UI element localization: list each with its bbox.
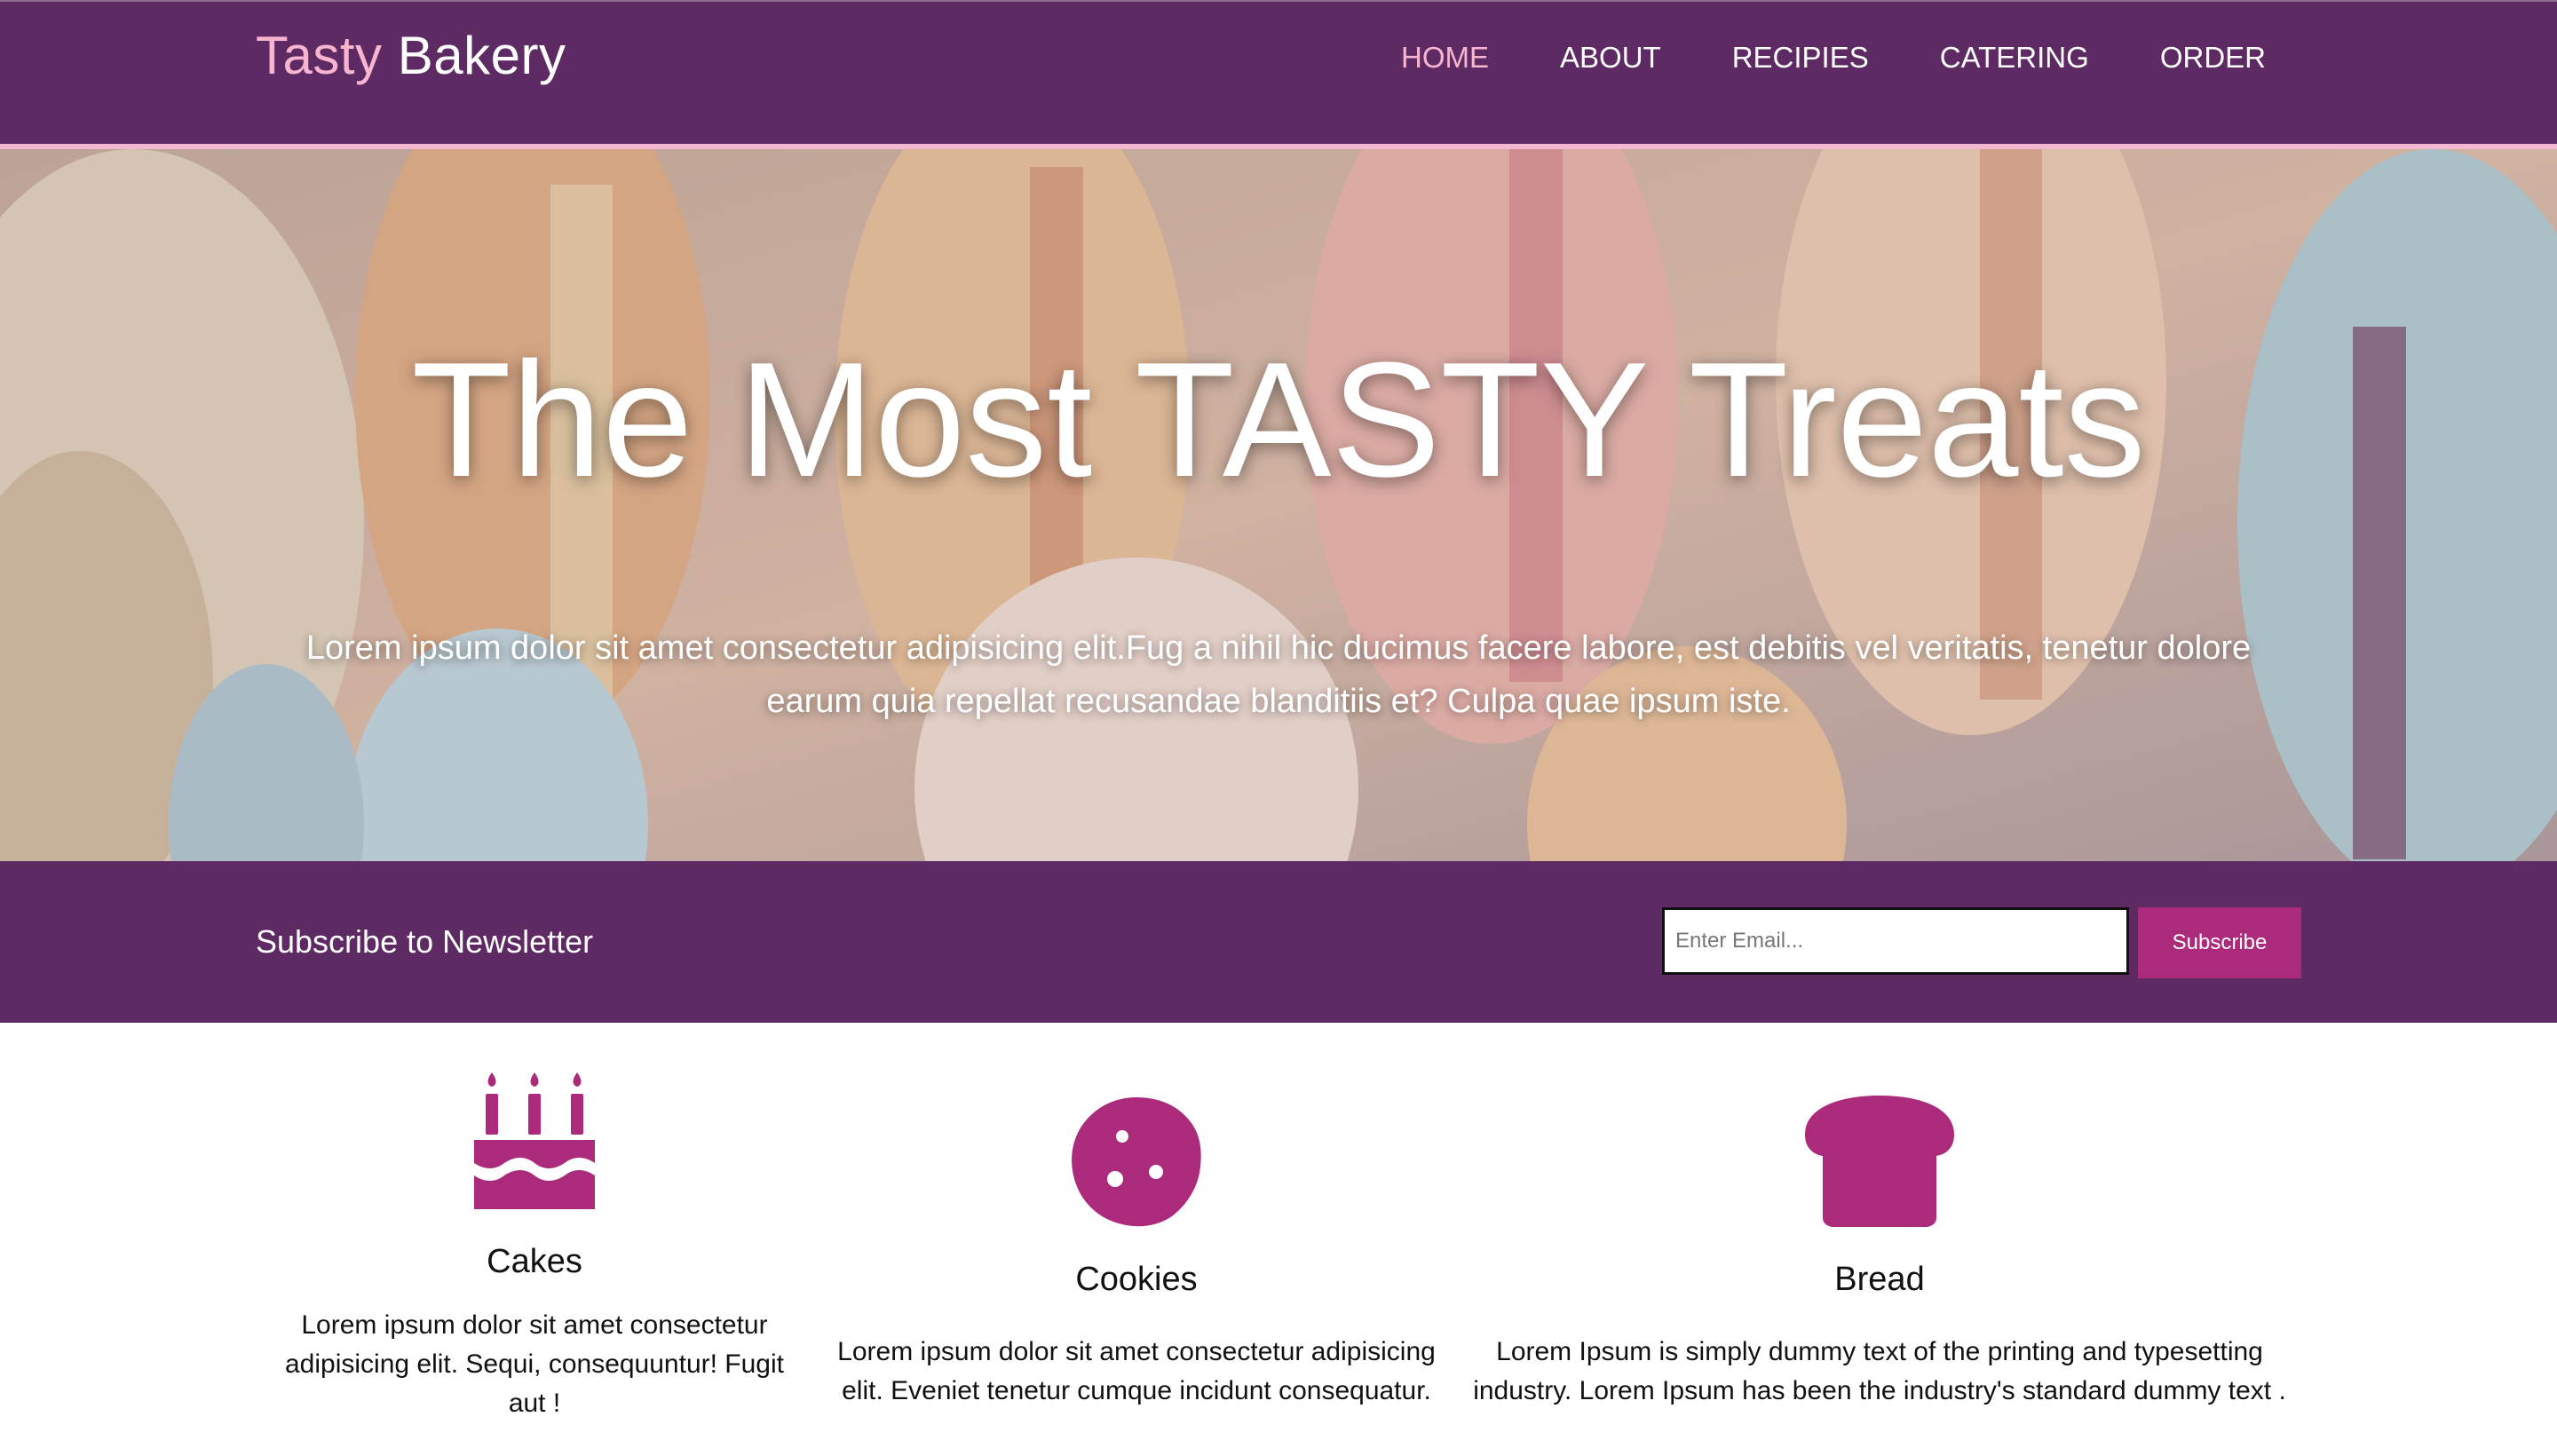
- birthday-cake-icon: [474, 1072, 595, 1209]
- feature-cakes: Cakes Lorem ipsum dolor sit amet consect…: [277, 1071, 792, 1423]
- logo-bakery: Bakery: [397, 26, 566, 85]
- feature-text-cakes: Lorem ipsum dolor sit amet consectetur a…: [284, 1310, 784, 1418]
- subscribe-button[interactable]: Subscribe: [2138, 907, 2301, 978]
- feature-bread: Bread Lorem Ipsum is simply dummy text o…: [1467, 1094, 2292, 1411]
- site-logo[interactable]: Tasty Bakery: [256, 25, 566, 86]
- nav-recipies-link[interactable]: RECIPIES: [1732, 41, 1869, 75]
- feature-title-bread: Bread: [1834, 1261, 1925, 1298]
- cookie-icon: [1072, 1097, 1201, 1227]
- bread-icon: [1805, 1096, 1954, 1227]
- feature-text-bread: Lorem Ipsum is simply dummy text of the …: [1473, 1337, 2286, 1405]
- hero-description: Lorem ipsum dolor sit amet consectetur a…: [305, 629, 2252, 720]
- newsletter-bar: Subscribe to Newsletter Subscribe: [0, 861, 2557, 1023]
- feature-cookies: Cookies Lorem ipsum dolor sit amet conse…: [826, 1094, 1447, 1411]
- email-input[interactable]: [1662, 907, 2129, 975]
- nav-home-link[interactable]: HOME: [1401, 41, 1489, 75]
- nav-about-link[interactable]: ABOUT: [1560, 41, 1661, 75]
- newsletter-label: Subscribe to Newsletter: [256, 923, 594, 960]
- nav-catering-link[interactable]: CATERING: [1940, 41, 2089, 75]
- hero-title: The Most TASTY Treats: [411, 328, 2146, 510]
- hero-section: The Most TASTY Treats Lorem ipsum dolor …: [0, 149, 2557, 861]
- top-navbar: Tasty Bakery HOME ABOUT RECIPIES CATERIN…: [0, 0, 2557, 149]
- nav-order-link[interactable]: ORDER: [2160, 41, 2266, 75]
- feature-text-cookies: Lorem ipsum dolor sit amet consectetur a…: [837, 1337, 1436, 1405]
- feature-title-cookies: Cookies: [1075, 1261, 1198, 1298]
- feature-title-cakes: Cakes: [487, 1243, 582, 1280]
- logo-tasty: Tasty: [256, 26, 383, 85]
- main-nav: HOME ABOUT RECIPIES CATERING ORDER: [1401, 41, 2266, 75]
